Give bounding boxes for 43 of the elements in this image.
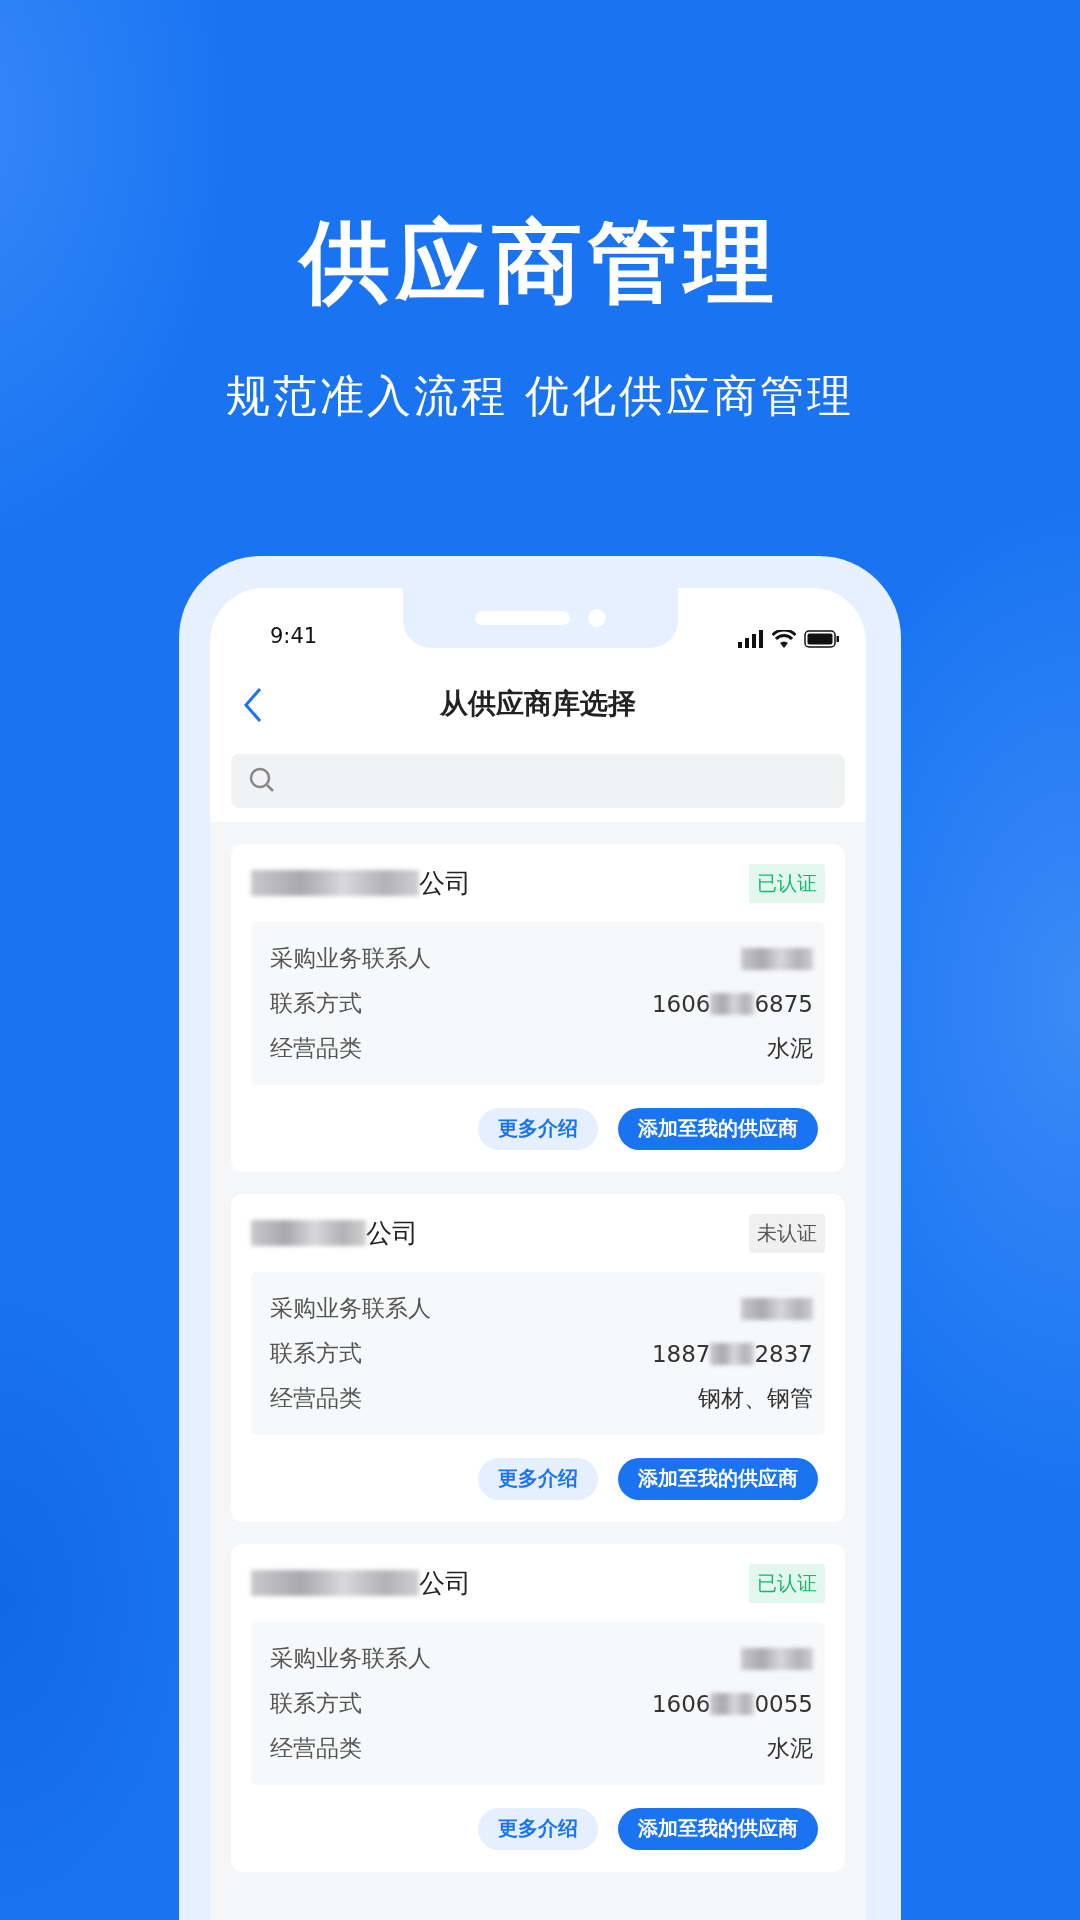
field-label: 联系方式 [270,1689,362,1718]
field-label: 经营品类 [270,1384,362,1413]
value-text: 水泥 [767,1034,813,1063]
certification-badge: 未认证 [749,1213,825,1253]
certification-badge: 已认证 [749,863,825,903]
value-text: 1887 [651,1340,711,1367]
status-time: 9:41 [270,624,318,648]
value-text: 1606 [651,990,711,1017]
value-text: 钢材、钢管 [698,1384,813,1413]
field-label: 联系方式 [270,989,362,1018]
value-text: 1606 [651,1690,711,1717]
redaction-blur [710,1342,755,1365]
battery-icon [804,630,840,648]
value-text: 2837 [754,1340,813,1367]
add-supplier-button[interactable]: 添加至我的供应商 [618,1807,818,1850]
search-field[interactable] [231,754,845,808]
value-text: 0055 [754,1690,813,1717]
add-supplier-button[interactable]: 添加至我的供应商 [618,1457,818,1500]
field-label: 经营品类 [270,1734,362,1763]
more-info-button[interactable]: 更多介绍 [478,1457,598,1500]
field-label: 采购业务联系人 [270,944,431,973]
redaction-blur [741,1297,813,1320]
page-title: 从供应商库选择 [440,686,636,722]
redaction-blur [741,1647,813,1670]
wifi-icon [772,630,796,648]
certification-badge: 已认证 [749,1563,825,1603]
company-name: 公司 [419,866,471,900]
more-info-button[interactable]: 更多介绍 [478,1807,598,1850]
value-text: 6875 [754,990,813,1017]
field-label: 采购业务联系人 [270,1644,431,1673]
field-label: 联系方式 [270,1339,362,1368]
add-supplier-button[interactable]: 添加至我的供应商 [618,1107,818,1150]
company-name: 公司 [366,1216,418,1250]
redaction-blur [710,1692,755,1715]
redaction-blur [741,947,813,970]
more-info-button[interactable]: 更多介绍 [478,1107,598,1150]
subheadline: 规范准入流程 优化供应商管理 [226,369,854,423]
signal-icon [738,630,764,648]
value-text: 水泥 [767,1734,813,1763]
redaction-blur [710,992,755,1015]
field-label: 经营品类 [270,1034,362,1063]
company-name: 公司 [419,1566,471,1600]
field-label: 采购业务联系人 [270,1294,431,1323]
